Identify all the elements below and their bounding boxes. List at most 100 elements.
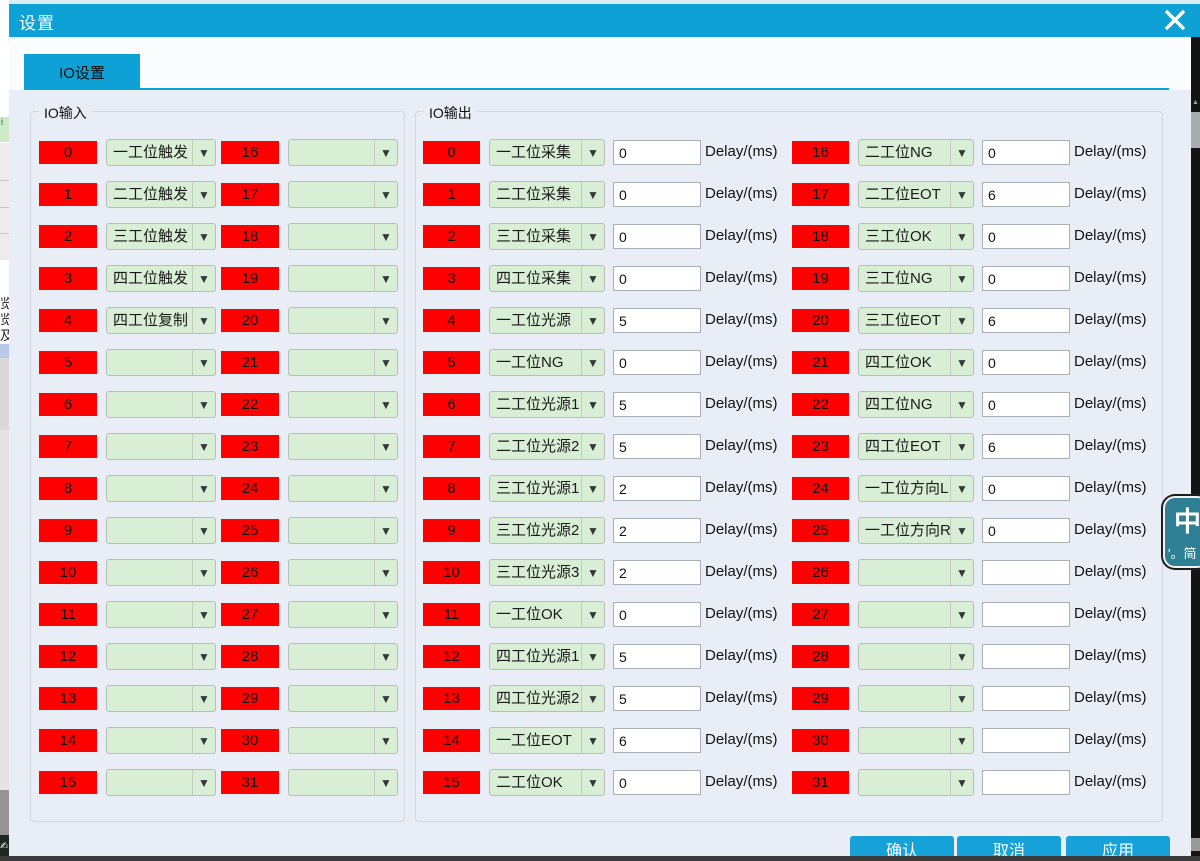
io-output-select[interactable]: 一工位EOT▼ xyxy=(489,727,605,754)
delay-input[interactable] xyxy=(613,182,701,207)
io-output-select[interactable]: ▼ xyxy=(858,601,974,628)
delay-input[interactable] xyxy=(613,518,701,543)
delay-input[interactable] xyxy=(982,518,1070,543)
io-input-select[interactable]: ▼ xyxy=(106,475,216,502)
io-output-select[interactable]: 二工位光源2▼ xyxy=(489,433,605,460)
io-input-select[interactable]: ▼ xyxy=(288,685,398,712)
io-output-select[interactable]: 一工位OK▼ xyxy=(489,601,605,628)
io-input-select[interactable]: ▼ xyxy=(106,643,216,670)
delay-input[interactable] xyxy=(613,602,701,627)
io-output-select[interactable]: 二工位EOT▼ xyxy=(858,181,974,208)
io-input-select[interactable]: ▼ xyxy=(106,391,216,418)
delay-input[interactable] xyxy=(982,224,1070,249)
io-output-select[interactable]: ▼ xyxy=(858,727,974,754)
delay-input[interactable] xyxy=(613,140,701,165)
delay-input[interactable] xyxy=(613,770,701,795)
delay-input[interactable] xyxy=(982,434,1070,459)
io-input-select[interactable]: ▼ xyxy=(106,601,216,628)
delay-input[interactable] xyxy=(613,434,701,459)
io-input-select[interactable]: ▼ xyxy=(106,433,216,460)
delay-input[interactable] xyxy=(982,266,1070,291)
io-input-select[interactable]: 四工位复制▼ xyxy=(106,307,216,334)
io-input-select[interactable]: ▼ xyxy=(288,643,398,670)
io-output-select[interactable]: 四工位光源2▼ xyxy=(489,685,605,712)
tab-io-settings[interactable]: IO设置 xyxy=(24,54,140,90)
delay-input[interactable] xyxy=(613,224,701,249)
io-input-select[interactable]: ▼ xyxy=(106,559,216,586)
delay-input[interactable] xyxy=(982,350,1070,375)
delay-input[interactable] xyxy=(982,560,1070,585)
delay-input[interactable] xyxy=(982,182,1070,207)
delay-input[interactable] xyxy=(613,308,701,333)
io-output-select[interactable]: 三工位采集▼ xyxy=(489,223,605,250)
ime-language-widget[interactable]: 中 '。简 xyxy=(1163,496,1200,568)
io-output-select[interactable]: 三工位OK▼ xyxy=(858,223,974,250)
delay-input[interactable] xyxy=(613,266,701,291)
io-output-select[interactable]: 四工位NG▼ xyxy=(858,391,974,418)
delay-input[interactable] xyxy=(982,392,1070,417)
io-input-select[interactable]: ▼ xyxy=(288,265,398,292)
io-input-select[interactable]: ▼ xyxy=(288,727,398,754)
io-input-select[interactable]: ▼ xyxy=(288,769,398,796)
delay-input[interactable] xyxy=(982,686,1070,711)
io-input-select[interactable]: ▼ xyxy=(288,517,398,544)
io-input-select[interactable]: 二工位触发▼ xyxy=(106,181,216,208)
delay-input[interactable] xyxy=(982,602,1070,627)
io-input-select[interactable]: 一工位触发▼ xyxy=(106,139,216,166)
delay-input[interactable] xyxy=(613,686,701,711)
io-output-select[interactable]: 二工位采集▼ xyxy=(489,181,605,208)
io-input-select[interactable]: ▼ xyxy=(106,727,216,754)
io-input-select[interactable]: ▼ xyxy=(288,601,398,628)
io-output-select[interactable]: 二工位NG▼ xyxy=(858,139,974,166)
delay-input[interactable] xyxy=(613,728,701,753)
io-output-select[interactable]: 三工位光源3▼ xyxy=(489,559,605,586)
delay-input[interactable] xyxy=(613,644,701,669)
io-output-select[interactable]: 三工位光源2▼ xyxy=(489,517,605,544)
io-output-select[interactable]: 三工位光源1▼ xyxy=(489,475,605,502)
delay-input[interactable] xyxy=(982,140,1070,165)
io-output-select[interactable]: 一工位方向R▼ xyxy=(858,517,974,544)
io-output-select[interactable]: ▼ xyxy=(858,769,974,796)
io-input-select[interactable]: 三工位触发▼ xyxy=(106,223,216,250)
io-input-select[interactable]: ▼ xyxy=(106,769,216,796)
io-input-select[interactable]: ▼ xyxy=(288,349,398,376)
io-output-select[interactable]: 一工位采集▼ xyxy=(489,139,605,166)
io-input-select[interactable]: ▼ xyxy=(106,685,216,712)
io-output-select[interactable]: 四工位采集▼ xyxy=(489,265,605,292)
delay-input[interactable] xyxy=(982,308,1070,333)
delay-input[interactable] xyxy=(982,644,1070,669)
delay-input[interactable] xyxy=(613,476,701,501)
scrollbar-thumb[interactable] xyxy=(1191,112,1200,148)
io-output-select[interactable]: 二工位OK▼ xyxy=(489,769,605,796)
io-input-select[interactable]: 四工位触发▼ xyxy=(106,265,216,292)
io-output-select[interactable]: 三工位EOT▼ xyxy=(858,307,974,334)
io-input-select[interactable]: ▼ xyxy=(106,517,216,544)
delay-input[interactable] xyxy=(613,560,701,585)
io-input-select[interactable]: ▼ xyxy=(288,223,398,250)
io-output-select[interactable]: ▼ xyxy=(858,643,974,670)
io-input-select[interactable]: ▼ xyxy=(288,181,398,208)
io-output-select[interactable]: ▼ xyxy=(858,559,974,586)
io-output-select[interactable]: 四工位光源1▼ xyxy=(489,643,605,670)
io-input-select[interactable]: ▼ xyxy=(288,391,398,418)
delay-input[interactable] xyxy=(613,350,701,375)
io-output-select[interactable]: 四工位EOT▼ xyxy=(858,433,974,460)
io-input-select[interactable]: ▼ xyxy=(106,349,216,376)
io-output-select[interactable]: 四工位OK▼ xyxy=(858,349,974,376)
io-output-select[interactable]: 二工位光源1▼ xyxy=(489,391,605,418)
delay-input[interactable] xyxy=(613,392,701,417)
delay-input[interactable] xyxy=(982,770,1070,795)
close-icon[interactable] xyxy=(1158,3,1192,37)
io-input-select[interactable]: ▼ xyxy=(288,139,398,166)
io-output-select[interactable]: 三工位NG▼ xyxy=(858,265,974,292)
io-output-select[interactable]: ▼ xyxy=(858,685,974,712)
delay-input[interactable] xyxy=(982,728,1070,753)
io-input-select[interactable]: ▼ xyxy=(288,475,398,502)
io-output-select[interactable]: 一工位光源▼ xyxy=(489,307,605,334)
delay-input[interactable] xyxy=(982,476,1070,501)
io-input-select[interactable]: ▼ xyxy=(288,559,398,586)
io-output-select[interactable]: 一工位方向L▼ xyxy=(858,475,974,502)
io-output-select[interactable]: 一工位NG▼ xyxy=(489,349,605,376)
io-input-select[interactable]: ▼ xyxy=(288,307,398,334)
io-input-select[interactable]: ▼ xyxy=(288,433,398,460)
